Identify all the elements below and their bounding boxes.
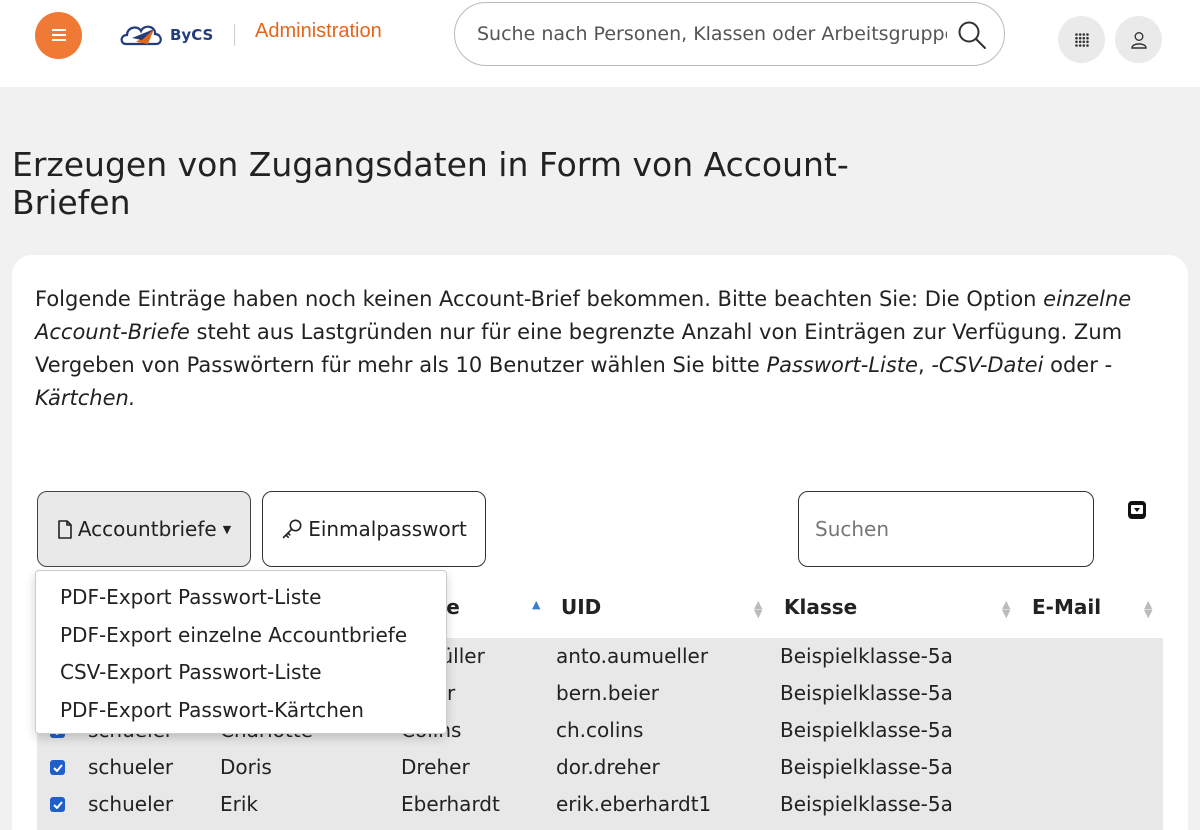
cell-uid: erik.eberhardt1	[556, 792, 712, 816]
search-icon[interactable]	[956, 19, 988, 51]
cell-nachname: Dreher	[401, 755, 470, 779]
row-checkbox[interactable]	[50, 760, 65, 775]
caret-down-icon: ▼	[222, 522, 232, 536]
column-header-klasse[interactable]: Klasse	[784, 595, 857, 619]
cell-klasse: Beispielklasse-5a	[780, 718, 953, 742]
user-account-button[interactable]	[1115, 16, 1162, 63]
column-header-email[interactable]: E-Mail	[1032, 595, 1101, 619]
cell-nachname: Eberhardt	[401, 792, 500, 816]
cell-uid: ch.colins	[556, 718, 644, 742]
document-icon	[58, 519, 72, 539]
menu-item-pdf-passwort-kaertchen[interactable]: PDF-Export Passwort-Kärtchen	[36, 692, 446, 730]
cell-vorname: Erik	[220, 792, 258, 816]
menu-item-pdf-einzelne-accountbriefe[interactable]: PDF-Export einzelne Accountbriefe	[36, 617, 446, 655]
cell-vorname: Doris	[220, 755, 272, 779]
cloud-logo-icon	[120, 25, 162, 46]
menu-button[interactable]	[35, 12, 82, 59]
cell-nachname: r	[447, 681, 456, 705]
cell-uid: bern.beier	[556, 681, 659, 705]
cell-klasse: Beispielklasse-5a	[780, 681, 953, 705]
logo-text: ByCS	[170, 26, 214, 44]
global-search-input[interactable]	[477, 23, 947, 45]
menu-item-pdf-passwort-liste[interactable]: PDF-Export Passwort-Liste	[36, 579, 446, 617]
apps-button[interactable]	[1058, 16, 1105, 63]
bycs-logo[interactable]: ByCS	[118, 18, 223, 52]
row-checkbox[interactable]	[50, 797, 65, 812]
key-icon	[282, 519, 302, 539]
hamburger-icon	[51, 26, 66, 45]
cell-rolle: schueler	[88, 792, 174, 816]
sort-icon[interactable]: ▲ ▼	[1002, 599, 1010, 619]
accountbriefe-dropdown-button[interactable]: Accountbriefe ▼	[37, 491, 251, 567]
sort-icon[interactable]: ▲ ▼	[754, 599, 762, 619]
global-search	[454, 2, 1005, 66]
accountbriefe-label: Accountbriefe	[77, 517, 217, 541]
einmalpasswort-button[interactable]: Einmalpasswort	[262, 491, 486, 567]
column-toggle-icon[interactable]	[1127, 500, 1147, 520]
column-header-uid[interactable]: UID	[561, 595, 601, 619]
header-divider	[234, 24, 235, 46]
menu-item-csv-passwort-liste[interactable]: CSV-Export Passwort-Liste	[36, 654, 446, 692]
table-row[interactable]: schueler Erik Eberhardt erik.eberhardt1 …	[37, 786, 1163, 823]
cell-klasse: Beispielklasse-5a	[780, 792, 953, 816]
einmalpasswort-label: Einmalpasswort	[308, 517, 467, 541]
cell-uid: dor.dreher	[556, 755, 660, 779]
table-row[interactable]: schueler Doris Dreher dor.dreher Beispie…	[37, 749, 1163, 786]
user-icon	[1130, 31, 1147, 49]
cell-rolle: schueler	[88, 755, 174, 779]
page-title: Erzeugen von Zugangsdaten in Form von Ac…	[12, 145, 849, 222]
cell-klasse: Beispielklasse-5a	[780, 755, 953, 779]
sort-icon[interactable]: ▲ ▼	[1144, 599, 1152, 619]
cell-klasse: Beispielklasse-5a	[780, 644, 953, 668]
sort-asc-icon[interactable]: ▲	[532, 599, 540, 610]
app-title[interactable]: Administration	[255, 20, 382, 43]
table-search-input[interactable]	[798, 491, 1094, 567]
cell-uid: anto.aumueller	[556, 644, 709, 668]
info-text: Folgende Einträge haben noch keinen Acco…	[35, 287, 1132, 410]
checkmark-icon	[52, 763, 63, 772]
top-header: ByCS Administration	[0, 0, 1200, 87]
checkmark-icon	[52, 800, 63, 809]
accountbriefe-dropdown-menu: PDF-Export Passwort-Liste PDF-Export ein…	[35, 570, 447, 734]
apps-grid-icon	[1074, 32, 1089, 47]
content-card: Folgende Einträge haben noch keinen Acco…	[12, 255, 1188, 830]
